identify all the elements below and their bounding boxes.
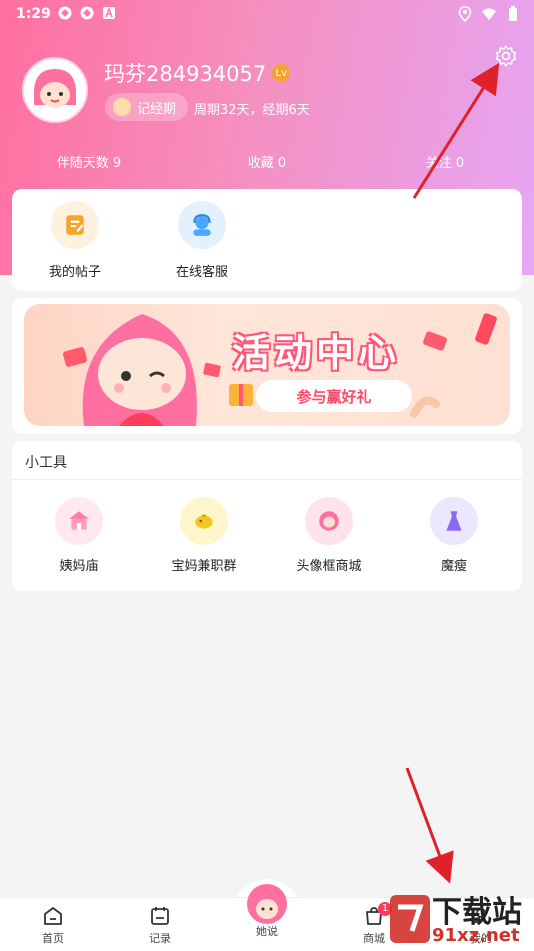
avatar[interactable] (22, 57, 88, 123)
piggy-bank-icon (180, 497, 228, 545)
record-period-button[interactable]: 记经期 (105, 93, 189, 121)
app-notification-icon (58, 6, 72, 20)
activity-center-banner[interactable]: 活动中心 参与赢好礼 (24, 304, 510, 426)
status-time: 1:29 (16, 6, 51, 22)
tab-shop-label: 商城 (363, 932, 385, 945)
note-icon (51, 201, 99, 249)
location-icon (458, 6, 472, 22)
status-bar: 1:29 (0, 0, 534, 30)
stat-companion-days[interactable]: 伴随天数 9 (0, 152, 178, 171)
banner-cta[interactable]: 参与赢好礼 (256, 380, 412, 412)
divider (12, 479, 522, 480)
vip-badge-icon[interactable]: Lv (272, 64, 291, 82)
cycle-info: 周期32天，经期6天 (194, 103, 310, 118)
tab-she-says[interactable]: 她说 (237, 923, 297, 939)
wifi-icon (482, 8, 496, 21)
username-text: 玛芬284934057 (104, 62, 267, 86)
status-indicators (458, 6, 520, 22)
customer-service-icon (178, 201, 226, 249)
tab-record[interactable]: 记录 (130, 904, 190, 946)
my-posts-item[interactable]: 我的帖子 (40, 201, 110, 280)
app-notification-icon (80, 6, 94, 20)
girl-icon (113, 98, 131, 116)
tools-title: 小工具 (25, 455, 67, 471)
mascot-avatar-icon (24, 59, 86, 121)
tab-home-label: 首页 (42, 932, 64, 945)
banner-title: 活动中心 (232, 331, 401, 375)
watermark-url: 91xz.net (432, 925, 520, 946)
stat-following[interactable]: 关注 0 (356, 152, 534, 171)
mascot-icon[interactable] (247, 884, 287, 924)
tool-avatar-frame-shop[interactable]: 头像框商城 (274, 497, 384, 574)
tool-label: 姨妈庙 (59, 559, 99, 574)
battery-icon (509, 6, 517, 21)
home-icon (44, 907, 62, 925)
dress-icon (430, 497, 478, 545)
tab-home[interactable]: 首页 (23, 904, 83, 946)
username: 玛芬284934057 Lv (104, 58, 291, 88)
stat-favorites[interactable]: 收藏 0 (178, 152, 356, 171)
tool-mom-parttime[interactable]: 宝妈兼职群 (149, 497, 259, 574)
tab-record-label: 记录 (149, 932, 171, 945)
avatar-frame-icon (305, 497, 353, 545)
record-period-label: 记经期 (137, 101, 177, 117)
tool-aunt-temple[interactable]: 姨妈庙 (24, 497, 134, 574)
temple-icon (55, 497, 103, 545)
settings-gear-icon[interactable] (494, 44, 518, 68)
banner-card: 活动中心 参与赢好礼 (12, 298, 522, 434)
customer-service-item[interactable]: 在线客服 (167, 201, 237, 280)
customer-service-label: 在线客服 (175, 265, 228, 280)
tools-card: 小工具 姨妈庙 宝妈兼职群 头像框商城 魔瘦 (12, 441, 522, 591)
tool-label: 魔瘦 (440, 559, 467, 574)
tool-label: 宝妈兼职群 (171, 559, 237, 574)
font-notification-icon (103, 6, 115, 19)
status-app-icons (58, 6, 116, 20)
tool-label: 头像框商城 (296, 559, 362, 574)
calendar-icon (151, 907, 169, 925)
shortcut-card: 我的帖子 在线客服 (12, 189, 522, 291)
tool-moshou[interactable]: 魔瘦 (399, 497, 509, 574)
arrow-to-profile-tab (405, 767, 454, 884)
stats-row: 伴随天数 9 收藏 0 关注 0 (0, 152, 534, 171)
my-posts-label: 我的帖子 (48, 265, 101, 280)
tab-she-says-label: 她说 (256, 925, 278, 938)
